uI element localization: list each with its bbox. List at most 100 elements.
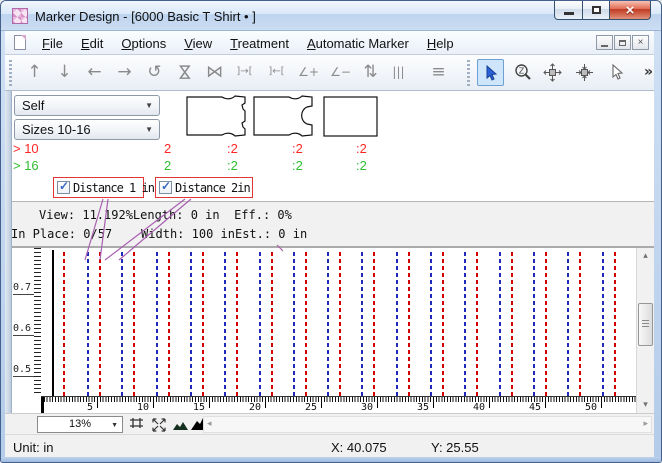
marker-distance-line xyxy=(293,252,295,396)
zoom-tool-button[interactable]: Z xyxy=(509,59,536,86)
size-row-label[interactable]: > 10 xyxy=(13,141,39,156)
move-up-icon: ↑ xyxy=(27,62,41,82)
toolbar-gripper-2[interactable] xyxy=(467,60,470,86)
mdi-close-icon: × xyxy=(638,37,644,48)
sizes-select[interactable]: Sizes 10-16 ▼ xyxy=(14,119,160,140)
size-row: > 102:2:2:2 xyxy=(5,141,654,157)
move-down-icon: ↓ xyxy=(57,62,71,82)
align-vertical-button[interactable]: ⇅ xyxy=(357,59,384,86)
marker-distance-line xyxy=(602,252,604,396)
move-left-button[interactable]: ← xyxy=(81,59,108,86)
vertical-scrollbar[interactable]: ▴ ▾ xyxy=(636,248,654,413)
size-rows: > 102:2:2:2> 162:2:2:2 xyxy=(5,141,654,177)
fit-left-button[interactable]: ]←[ xyxy=(263,59,290,86)
menu-help[interactable]: Help xyxy=(418,34,463,53)
marker-distance-line xyxy=(133,252,135,396)
parallel-button[interactable]: ||| xyxy=(385,59,412,86)
marker-start-line xyxy=(52,250,54,396)
flip-horizontal-button[interactable]: ⋈ xyxy=(201,59,228,86)
horizontal-scrollbar[interactable]: ◂ ▸ xyxy=(203,416,652,433)
toolbar-gripper[interactable] xyxy=(9,60,12,86)
cursor-y-value: Y: 25.55 xyxy=(431,440,479,455)
tilt-minus-icon: ∠− xyxy=(330,65,351,79)
scroll-down-button[interactable]: ▾ xyxy=(637,397,654,413)
justify-button[interactable]: ≡ xyxy=(425,59,452,86)
menu-view[interactable]: View xyxy=(175,34,221,53)
flip-vertical-button[interactable]: ⋈ xyxy=(171,59,198,86)
checkmark-icon: ✓ xyxy=(59,179,69,193)
close-button[interactable]: × xyxy=(609,1,651,20)
mdi-minimize-button[interactable] xyxy=(596,35,613,50)
preview-small-button[interactable] xyxy=(172,420,189,431)
select-tool-button[interactable] xyxy=(477,59,504,86)
fabric-select[interactable]: Self ▼ xyxy=(14,95,160,116)
fit-view-button[interactable] xyxy=(151,417,167,433)
vertical-scroll-thumb[interactable] xyxy=(638,303,653,346)
tilt-minus-button[interactable]: ∠− xyxy=(327,59,354,86)
status-line-inplace: In Place: 0/57 Width: 100 inEst.: 0 in xyxy=(11,227,307,241)
scroll-right-icon: ▸ xyxy=(643,417,648,432)
zoom-level-value: 13% xyxy=(69,418,91,430)
marker-distance-line xyxy=(121,252,123,396)
scroll-up-button[interactable]: ▴ xyxy=(637,248,654,264)
fit-right-button[interactable]: ]→[ xyxy=(231,59,258,86)
app-icon xyxy=(12,8,28,24)
marker-distance-line xyxy=(87,252,89,396)
mdi-restore-icon xyxy=(619,40,626,46)
squeeze-tool-button[interactable] xyxy=(571,59,598,86)
status-panel: View: 11.192%Length: 0 in Eff.: 0% In Pl… xyxy=(5,201,654,248)
h-ruler-label: 40 xyxy=(467,402,485,413)
h-ruler-label: 30 xyxy=(355,402,373,413)
pattern-piece-front[interactable] xyxy=(253,93,315,139)
menu-edit[interactable]: Edit xyxy=(72,34,112,53)
h-ruler-label: 20 xyxy=(243,402,261,413)
marker-distance-line xyxy=(442,252,444,396)
marker-distance-line xyxy=(305,252,307,396)
distance1-checkbox[interactable]: ✓ xyxy=(57,181,70,194)
pattern-piece-back[interactable] xyxy=(186,93,248,139)
fit-right-icon: ]→[ xyxy=(236,66,252,77)
h-ruler-label: 25 xyxy=(299,402,317,413)
scroll-down-icon: ▾ xyxy=(643,400,648,410)
marker-distance-line xyxy=(168,252,170,396)
distance2-highlight-box: ✓ Distance 2in xyxy=(155,177,253,198)
chevron-down-icon: ▼ xyxy=(145,102,153,110)
menu-file[interactable]: File xyxy=(33,34,72,53)
piece-count: 2 xyxy=(164,141,171,156)
justify-icon: ≡ xyxy=(431,62,445,82)
restore-icon xyxy=(592,6,601,14)
pattern-piece-sleeve[interactable] xyxy=(323,96,379,138)
zoom-level-select[interactable]: 13% ▼ xyxy=(37,416,123,433)
frame-tool-button[interactable] xyxy=(129,417,145,431)
tilt-plus-button[interactable]: ∠+ xyxy=(295,59,322,86)
move-left-icon: ← xyxy=(87,62,101,82)
piece-count: :2 xyxy=(292,158,303,173)
cursor-x-value: X: 40.075 xyxy=(331,440,387,455)
spread-tool-button[interactable] xyxy=(539,59,566,86)
rotate-button[interactable]: ↺ xyxy=(141,59,168,86)
h-ruler: 5101520253035404550 xyxy=(41,396,654,413)
menu-treatment[interactable]: Treatment xyxy=(221,34,298,53)
chevron-down-icon: ▼ xyxy=(145,126,153,134)
menu-options[interactable]: Options xyxy=(112,34,175,53)
size-row-label[interactable]: > 16 xyxy=(13,158,39,173)
distance1-label: Distance 1 in xyxy=(73,181,154,195)
pointer-tool-button[interactable] xyxy=(603,59,630,86)
move-up-button[interactable]: ↑ xyxy=(21,59,48,86)
h-ruler-label: 35 xyxy=(411,402,429,413)
menu-automatic-marker[interactable]: Automatic Marker xyxy=(298,34,418,53)
marker-distance-line xyxy=(327,252,329,396)
mdi-restore-button[interactable] xyxy=(614,35,631,50)
restore-button[interactable] xyxy=(582,1,610,20)
marker-distance-line xyxy=(236,252,238,396)
mdi-close-button[interactable]: × xyxy=(632,35,649,50)
move-down-button[interactable]: ↓ xyxy=(51,59,78,86)
minimize-button[interactable] xyxy=(554,1,583,20)
toolbar: ↑ ↓ ← → ↺ ⋈ ⋈ ]→[ ]←[ ∠+ ∠− ⇅ ||| ≡ Z » xyxy=(5,55,654,91)
marker-distance-line xyxy=(614,252,616,396)
marker-canvas[interactable] xyxy=(41,248,638,396)
title-bar: Marker Design - [6000 Basic T Shirt • ] … xyxy=(1,1,661,31)
v-ruler-label: 0.5 xyxy=(13,364,34,377)
move-right-button[interactable]: → xyxy=(111,59,138,86)
distance2-checkbox[interactable]: ✓ xyxy=(159,181,172,194)
